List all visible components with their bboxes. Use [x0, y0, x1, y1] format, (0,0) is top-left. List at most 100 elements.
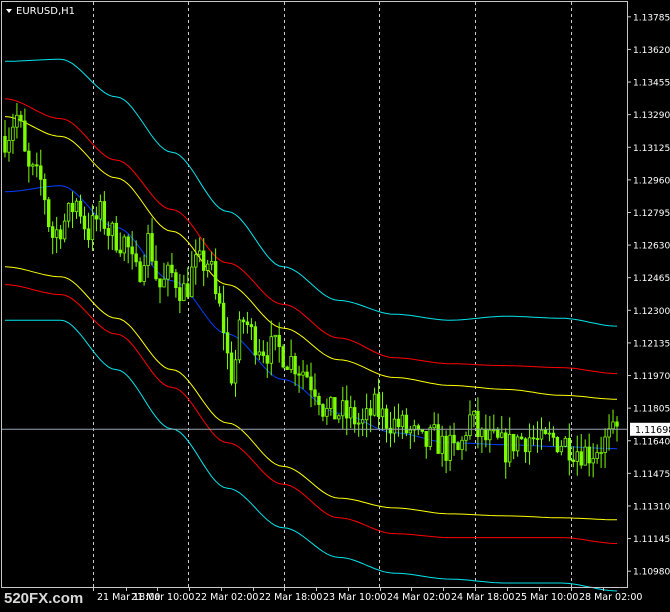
candle-body: [496, 429, 500, 438]
x-tick-label-6: 24 Mar 18:00: [451, 592, 514, 603]
x-tick-label-7: 25 Mar 10:00: [515, 592, 578, 603]
candle-body: [508, 434, 512, 463]
candle-body: [464, 435, 468, 441]
candle-body: [39, 165, 43, 180]
x-tick-label-2: 22 Mar 02:00: [195, 592, 258, 603]
candle-body: [559, 445, 564, 453]
candle-body: [281, 346, 285, 368]
candle-body: [341, 400, 345, 417]
candle-body: [472, 410, 476, 416]
candle-body: [372, 393, 377, 416]
candle-body: [460, 439, 464, 450]
candle-body: [229, 352, 234, 384]
candle-body: [146, 233, 150, 267]
y-tick-label-16: 1.11145: [633, 535, 670, 545]
candle-body: [428, 427, 432, 447]
candle-body: [360, 419, 365, 424]
candle-body: [273, 334, 277, 338]
candle-body: [353, 407, 357, 425]
candle-body: [182, 283, 186, 302]
candle-body: [217, 293, 222, 304]
candle-body: [531, 437, 536, 440]
candle-body: [31, 164, 35, 167]
x-tick-label-1: 21 Mar 10:00: [131, 592, 194, 603]
candle-body: [595, 452, 599, 459]
candle-body: [563, 437, 568, 447]
candle-body: [480, 428, 484, 437]
candle-body: [27, 150, 31, 167]
x-tick-label-5: 24 Mar 02:00: [387, 592, 450, 603]
candle-body: [607, 428, 611, 438]
watermark-text: 520FX.com: [4, 590, 83, 607]
candle-body: [150, 233, 154, 262]
candle-body: [345, 400, 349, 419]
candle-body: [305, 371, 309, 378]
candle-body: [579, 451, 583, 466]
candle-body: [253, 326, 258, 356]
candle-body: [78, 200, 83, 217]
candle: [333, 397, 337, 420]
y-tick-label-6: 1.12795: [633, 209, 670, 219]
candle-body: [162, 278, 166, 288]
y-tick-label-9: 1.12300: [633, 307, 670, 317]
candle-body: [43, 178, 47, 201]
x-tick-label-3: 22 Mar 18:00: [259, 592, 322, 603]
candle-body: [257, 351, 262, 356]
candle-body: [202, 250, 206, 271]
candle-body: [488, 429, 492, 441]
candle-body: [551, 432, 556, 438]
candle-body: [301, 371, 305, 376]
chart-canvas[interactable]: 1.13785 1.13620 1.13455 1.13290 1.13125 1.129…: [0, 0, 670, 608]
candle: [428, 424, 432, 451]
candle-body: [444, 435, 448, 461]
candle-body: [154, 260, 158, 280]
candle-body: [205, 263, 210, 271]
candle-body: [535, 438, 540, 440]
candle-body: [349, 407, 353, 419]
candle-body: [11, 126, 15, 141]
candle-body: [66, 202, 71, 222]
candle-body: [174, 272, 178, 289]
candle-body: [190, 266, 194, 298]
candle-body: [245, 321, 250, 326]
candle-body: [118, 249, 122, 254]
y-tick-label-17: 1.10980: [633, 568, 670, 578]
candle-body: [408, 429, 413, 434]
price-chart[interactable]: 1.13785 1.13620 1.13455 1.13290 1.13125 1.129…: [0, 0, 670, 608]
y-tick-label-15: 1.11310: [633, 502, 670, 512]
candle-body: [23, 120, 27, 152]
candle-body: [186, 283, 190, 298]
candle-body: [515, 436, 520, 452]
candle-body: [583, 446, 587, 466]
candle-body: [337, 415, 341, 420]
candle-body: [114, 222, 118, 251]
candle-body: [98, 201, 103, 220]
candle-body: [237, 319, 242, 361]
candle-body: [376, 393, 381, 418]
candle-body: [285, 366, 289, 370]
candle-body: [484, 428, 488, 441]
candle-body: [440, 435, 444, 454]
candle-body: [289, 355, 293, 370]
candle-body: [293, 355, 297, 375]
candle-body: [571, 459, 575, 462]
candle-body: [567, 437, 572, 461]
y-tick-label-10: 1.12135: [633, 339, 670, 349]
candle-body: [511, 434, 516, 452]
candle-body: [424, 430, 428, 447]
candle-body: [500, 432, 504, 438]
y-tick-label-8: 1.12465: [633, 274, 670, 284]
y-tick-label-13: 1.11640: [633, 437, 670, 447]
y-tick-label-3: 1.13290: [633, 111, 670, 121]
chart-background: [0, 0, 670, 608]
candle-body: [249, 324, 254, 328]
candle-body: [297, 373, 301, 376]
candle-body: [269, 336, 273, 364]
candle-body: [420, 429, 424, 432]
candle-body: [527, 437, 532, 453]
candle-body: [321, 404, 325, 417]
candle-body: [134, 253, 138, 263]
candle-body: [555, 436, 560, 453]
y-tick-label-14: 1.11475: [633, 470, 670, 480]
candle-body: [110, 222, 114, 236]
